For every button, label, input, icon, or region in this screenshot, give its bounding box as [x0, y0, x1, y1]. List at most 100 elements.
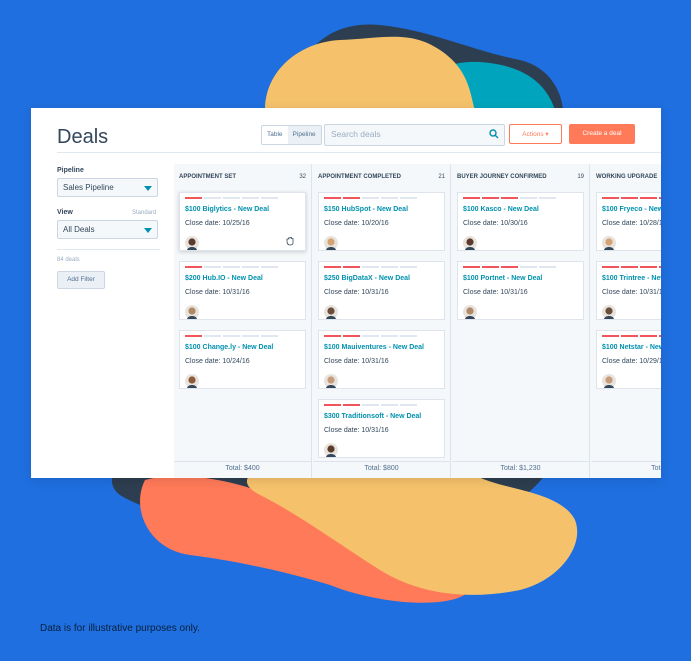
deal-card[interactable]: $100 Netstar - New Deal Close date: 10/29… [596, 330, 661, 389]
stage-segment [621, 197, 638, 199]
deal-card[interactable]: $250 BigDataX - New Deal Close date: 10/3… [318, 261, 445, 320]
stage-progress [324, 266, 417, 268]
stage-segment [381, 404, 398, 406]
stage-segment [185, 335, 202, 337]
pipeline-select[interactable]: Sales Pipeline [57, 178, 158, 197]
stage-segment [204, 335, 221, 337]
avatar [185, 236, 199, 250]
stage-segment [261, 266, 278, 268]
header-divider [57, 152, 661, 153]
pipeline-column: BUYER JOURNEY CONFIRMED 19 $100 Kasco - Ne… [452, 164, 590, 478]
deal-card[interactable]: $100 Trintree - New Deal Close date: 10/3… [596, 261, 661, 320]
add-filter-button[interactable]: Add Filter [57, 271, 105, 289]
view-toggle: Table Pipeline [261, 125, 322, 145]
deal-name-link[interactable]: $300 Traditionsoft - New Deal [324, 413, 421, 420]
stage-segment [343, 404, 360, 406]
stage-progress [463, 197, 556, 199]
stage-segment [400, 266, 417, 268]
search-icon[interactable] [489, 129, 499, 139]
column-total: Total: $1,230 [452, 461, 589, 478]
deal-name-link[interactable]: $150 HubSpot - New Deal [324, 206, 408, 213]
avatar [324, 443, 338, 457]
stage-segment [602, 335, 619, 337]
stage-segment [362, 197, 379, 199]
deals-window: Deals Table Pipeline Search deals Action… [31, 108, 661, 478]
stage-segment [242, 197, 259, 199]
avatar [602, 305, 616, 319]
deal-name-link[interactable]: $100 Kasco - New Deal [463, 206, 539, 213]
stage-segment [324, 197, 341, 199]
view-select[interactable]: All Deals [57, 220, 158, 239]
deal-name-link[interactable]: $200 Hub.IO - New Deal [185, 275, 263, 282]
stage-segment [400, 404, 417, 406]
chevron-down-icon [144, 186, 152, 191]
pipeline-board: APPOINTMENT SET 32 $100 Biglytics - New De… [174, 164, 661, 478]
grab-cursor-icon [286, 237, 294, 246]
stage-segment [261, 335, 278, 337]
stage-segment [501, 266, 518, 268]
deal-card[interactable]: $100 Biglytics - New Deal Close date: 10/… [179, 192, 306, 251]
column-count: 19 [577, 174, 584, 180]
pipeline-column: WORKING UPGRADE $100 Fryeco - New Deal Clo… [591, 164, 661, 478]
column-total: Total: [591, 461, 661, 478]
deal-name-link[interactable]: $100 Biglytics - New Deal [185, 206, 269, 213]
deal-name-link[interactable]: $100 Trintree - New Deal [602, 275, 661, 282]
deal-card[interactable]: $150 HubSpot - New Deal Close date: 10/20… [318, 192, 445, 251]
stage-segment [242, 335, 259, 337]
stage-segment [381, 335, 398, 337]
deal-card[interactable]: $200 Hub.IO - New Deal Close date: 10/31/… [179, 261, 306, 320]
stage-segment [223, 266, 240, 268]
deal-card[interactable]: $100 Mauiventures - New Deal Close date: … [318, 330, 445, 389]
stage-segment [463, 197, 480, 199]
avatar [463, 305, 477, 319]
deal-count: 84 deals [57, 257, 80, 263]
deal-name-link[interactable]: $100 Change.ly - New Deal [185, 344, 273, 351]
deal-card[interactable]: $100 Kasco - New Deal Close date: 10/30/1… [457, 192, 584, 251]
stage-segment [324, 404, 341, 406]
view-hint: Standard [132, 210, 157, 216]
search-input[interactable]: Search deals [324, 124, 505, 146]
stage-segment [362, 335, 379, 337]
close-date: Close date: 10/20/16 [324, 220, 389, 227]
deal-name-link[interactable]: $100 Fryeco - New Deal [602, 206, 661, 213]
close-date: Close date: 10/31/16 [324, 289, 389, 296]
stage-segment [204, 266, 221, 268]
deal-name-link[interactable]: $250 BigDataX - New Deal [324, 275, 410, 282]
view-select-value: All Deals [63, 225, 95, 234]
deal-name-link[interactable]: $100 Mauiventures - New Deal [324, 344, 424, 351]
pipeline-view-button[interactable]: Pipeline [287, 126, 321, 144]
search-placeholder: Search deals [331, 129, 381, 139]
pipeline-label: Pipeline [57, 167, 84, 174]
avatar [185, 305, 199, 319]
pipeline-column: APPOINTMENT COMPLETED 21 $150 HubSpot - Ne… [313, 164, 451, 478]
stage-segment [185, 266, 202, 268]
stage-progress [185, 197, 278, 199]
close-date: Close date: 10/31/16 [324, 358, 389, 365]
column-title: APPOINTMENT SET [179, 174, 237, 180]
stage-segment [400, 197, 417, 199]
deal-card[interactable]: $100 Change.ly - New Deal Close date: 10/… [179, 330, 306, 389]
stage-segment [520, 266, 537, 268]
deal-name-link[interactable]: $100 Netstar - New Deal [602, 344, 661, 351]
stage-segment [621, 335, 638, 337]
deal-name-link[interactable]: $100 Portnet - New Deal [463, 275, 542, 282]
close-date: Close date: 10/24/16 [185, 358, 250, 365]
view-label: View [57, 209, 73, 216]
deal-card[interactable]: $100 Fryeco - New Deal Close date: 10/28/… [596, 192, 661, 251]
actions-button[interactable]: Actions ▾ [509, 124, 562, 144]
avatar [602, 374, 616, 388]
stage-segment [185, 197, 202, 199]
stage-segment [343, 335, 360, 337]
stage-progress [185, 335, 278, 337]
deal-card[interactable]: $300 Traditionsoft - New Deal Close date:… [318, 399, 445, 458]
stage-segment [242, 266, 259, 268]
stage-segment [324, 266, 341, 268]
stage-segment [223, 197, 240, 199]
close-date: Close date: 10/31/16 [324, 427, 389, 434]
stage-segment [362, 404, 379, 406]
create-deal-button[interactable]: Create a deal [569, 124, 635, 144]
table-view-button[interactable]: Table [262, 126, 288, 144]
column-count: 32 [299, 174, 306, 180]
stage-segment [602, 197, 619, 199]
deal-card[interactable]: $100 Portnet - New Deal Close date: 10/31… [457, 261, 584, 320]
